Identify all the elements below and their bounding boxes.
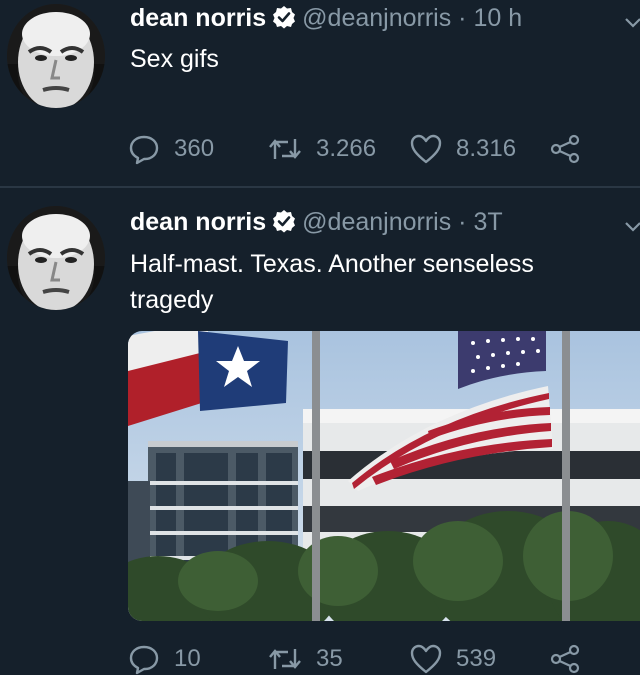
verified-badge-icon <box>272 5 296 29</box>
reply-icon <box>129 135 159 165</box>
author-name[interactable]: dean norris <box>130 4 266 32</box>
like-count: 8.316 <box>456 135 517 162</box>
share-button[interactable] <box>550 644 580 674</box>
tweet-photo[interactable] <box>128 331 640 621</box>
tweet-header: dean norris @deanjnorris · 10 h <box>130 4 522 33</box>
retweet-count: 35 <box>316 645 343 672</box>
like-count: 539 <box>456 645 497 672</box>
share-icon <box>550 644 580 674</box>
retweet-button[interactable]: 35 <box>268 645 410 673</box>
reply-button[interactable]: 360 <box>128 133 268 165</box>
timestamp[interactable]: 10 h <box>473 4 522 32</box>
share-button[interactable] <box>550 134 580 164</box>
like-icon <box>410 644 442 674</box>
reply-count: 10 <box>174 645 201 672</box>
like-button[interactable]: 539 <box>410 644 550 674</box>
separator: · <box>458 208 467 236</box>
tweet[interactable]: dean norris @deanjnorris · 10 h Sex gifs … <box>0 0 640 187</box>
author-handle[interactable]: @deanjnorris <box>302 208 451 236</box>
tweet[interactable]: dean norris @deanjnorris · 3T Half-mast. … <box>0 188 640 675</box>
tweet-actions: 10 35 539 <box>128 643 580 675</box>
tweet-header: dean norris @deanjnorris · 3T <box>130 208 503 237</box>
chevron-down-icon[interactable] <box>624 8 640 36</box>
retweet-icon <box>269 139 301 159</box>
like-button[interactable]: 8.316 <box>410 134 550 164</box>
flags-half-mast-photo <box>128 331 640 621</box>
tweet-text: Half-mast. Texas. Another senseless trag… <box>130 250 534 314</box>
retweet-icon <box>269 649 301 669</box>
retweet-count: 3.266 <box>316 135 377 162</box>
chevron-down-icon[interactable] <box>624 212 640 240</box>
avatar[interactable] <box>7 4 105 108</box>
reply-count: 360 <box>174 135 215 162</box>
retweet-button[interactable]: 3.266 <box>268 135 410 163</box>
separator: · <box>458 4 467 32</box>
tweet-text: Sex gifs <box>130 45 219 73</box>
timestamp[interactable]: 3T <box>473 208 502 236</box>
verified-badge-icon <box>272 209 296 233</box>
share-icon <box>550 134 580 164</box>
reply-button[interactable]: 10 <box>128 643 268 675</box>
author-name[interactable]: dean norris <box>130 208 266 236</box>
tweet-actions: 360 3.266 8.316 <box>128 133 580 165</box>
avatar[interactable] <box>7 206 105 310</box>
reply-icon <box>129 645 159 675</box>
like-icon <box>410 134 442 164</box>
author-handle[interactable]: @deanjnorris <box>302 4 451 32</box>
